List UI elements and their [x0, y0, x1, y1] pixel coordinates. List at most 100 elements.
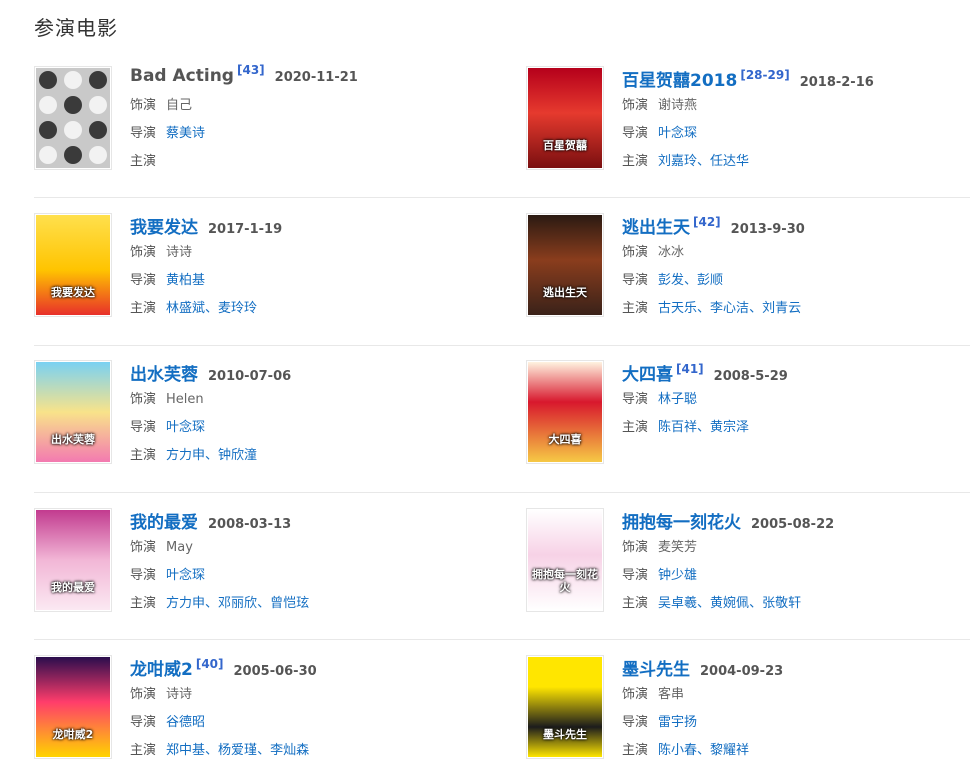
director-link[interactable]: 彭顺 [697, 273, 723, 288]
film-title-link[interactable]: 墨斗先生 [622, 655, 690, 680]
release-date: 2017-1-19 [208, 222, 283, 237]
director-link[interactable]: 黄柏基 [166, 273, 205, 288]
director-link[interactable]: 钟少雄 [658, 568, 697, 583]
film-poster[interactable]: 出水芙蓉 [34, 360, 112, 464]
director-link[interactable]: 叶念琛 [658, 126, 697, 141]
film-info: 龙咁威2 [40] 2005-06-30 饰演 诗诗 导演 谷德昭 主演 郑中基、杨爱瑾、李灿森 [130, 655, 478, 765]
cast-link[interactable]: 方力申 [166, 448, 205, 463]
film-title-link[interactable]: 逃出生天 [622, 213, 690, 238]
cast-link[interactable]: 曾恺玹 [270, 596, 309, 611]
film-header: 墨斗先生 2004-09-23 [622, 655, 970, 681]
citation-link[interactable]: [42] [693, 215, 721, 229]
film-title-link[interactable]: 大四喜 [622, 360, 673, 385]
role-value: 客串 [658, 687, 685, 702]
poster-icon: 我要发达 [36, 215, 110, 315]
cast-link[interactable]: 李心洁 [710, 301, 749, 316]
film-info: 我的最爱 2008-03-13 饰演 May 导演 叶念琛 主演 方力申、邓丽欣、曾恺玹 [130, 508, 478, 618]
director-link[interactable]: 叶念琛 [166, 420, 205, 435]
poster-caption: 拥抱每一刻花火 [532, 568, 598, 594]
face-mark [39, 146, 57, 164]
cast-row: 主演 方力申、邓丽欣、曾恺玹 [130, 590, 478, 618]
film-item: 龙咁威2 龙咁威2 [40] 2005-06-30 饰演 诗诗 导演 谷德昭 主演 郑中基、杨爱瑾… [34, 655, 478, 777]
cast-link[interactable]: 刘青云 [762, 301, 801, 316]
cast-link[interactable]: 吴卓羲 [658, 596, 697, 611]
film-poster[interactable]: 逃出生天 [526, 213, 604, 317]
director-link[interactable]: 叶念琛 [166, 568, 205, 583]
director-row: 导演 林子聪 [622, 386, 970, 414]
film-title-link[interactable]: 出水芙蓉 [130, 360, 198, 385]
cast-link[interactable]: 林盛斌 [166, 301, 205, 316]
film-title-link[interactable]: Bad Acting [130, 66, 234, 86]
director-link[interactable]: 蔡美诗 [166, 126, 205, 141]
film-poster[interactable]: 我的最爱 [34, 508, 112, 612]
director-link[interactable]: 林子聪 [658, 392, 697, 407]
cast-link[interactable]: 方力申 [166, 596, 205, 611]
film-header: 我要发达 2017-1-19 [130, 213, 478, 239]
film-header: 逃出生天 [42] 2013-9-30 [622, 213, 970, 239]
director-row: 导演 叶念琛 [622, 120, 970, 148]
separator: 、 [257, 596, 271, 611]
film-poster[interactable]: 墨斗先生 [526, 655, 604, 759]
director-link[interactable]: 雷宇扬 [658, 715, 697, 730]
poster-icon: 龙咁威2 [36, 657, 110, 757]
film-title-link[interactable]: 我的最爱 [130, 508, 198, 533]
film-item: 逃出生天 逃出生天 [42] 2013-9-30 饰演 冰冰 导演 彭发、彭顺 主演 古天乐、李心… [526, 213, 970, 335]
citation-link[interactable]: [40] [196, 657, 224, 671]
cast-link[interactable]: 黄宗泽 [710, 420, 749, 435]
film-poster[interactable]: 龙咁威2 [34, 655, 112, 759]
film-title-link[interactable]: 我要发达 [130, 213, 198, 238]
face-mark [89, 71, 107, 89]
separator: 、 [697, 301, 711, 316]
film-poster[interactable]: 大四喜 [526, 360, 604, 464]
citation-link[interactable]: [43] [237, 63, 265, 77]
cast-row: 主演 方力申、钟欣潼 [130, 442, 478, 470]
face-mark [64, 146, 82, 164]
cast-label: 主演 [130, 743, 157, 758]
cast-label: 主演 [622, 154, 649, 169]
film-title-link[interactable]: 龙咁威2 [130, 655, 193, 680]
film-header: 龙咁威2 [40] 2005-06-30 [130, 655, 478, 681]
director-link[interactable]: 谷德昭 [166, 715, 205, 730]
cast-link[interactable]: 陈百祥 [658, 420, 697, 435]
face-grid-icon [36, 68, 110, 168]
cast-link[interactable]: 古天乐 [658, 301, 697, 316]
cast-link[interactable]: 刘嘉玲 [658, 154, 697, 169]
cast-label: 主演 [130, 154, 157, 169]
cast-link[interactable]: 张敬轩 [762, 596, 801, 611]
role-row: 饰演 客串 [622, 681, 970, 709]
director-link[interactable]: 彭发 [658, 273, 684, 288]
cast-link[interactable]: 黎耀祥 [710, 743, 749, 758]
film-poster[interactable]: 拥抱每一刻花火 [526, 508, 604, 612]
cast-link[interactable]: 麦玲玲 [218, 301, 257, 316]
film-poster[interactable]: 百星贺囍 [526, 66, 604, 170]
film-info: 出水芙蓉 2010-07-06 饰演 Helen 导演 叶念琛 主演 方力申、钟欣潼 [130, 360, 478, 470]
film-title-link[interactable]: 拥抱每一刻花火 [622, 508, 741, 533]
film-info: 墨斗先生 2004-09-23 饰演 客串 导演 雷宇扬 主演 陈小春、黎耀祥 [622, 655, 970, 765]
citation-link[interactable]: [41] [676, 362, 704, 376]
face-mark [89, 96, 107, 114]
cast-link[interactable]: 杨爱瑾 [218, 743, 257, 758]
separator: 、 [697, 154, 711, 169]
role-value: 麦笑芳 [658, 540, 698, 555]
film-info: Bad Acting [43] 2020-11-21 饰演 自己 导演 蔡美诗 主演 [130, 63, 478, 176]
row-divider [34, 345, 970, 346]
film-poster[interactable] [34, 66, 112, 170]
cast-link[interactable]: 李灿森 [270, 743, 309, 758]
cast-row: 主演 陈百祥、黄宗泽 [622, 414, 970, 442]
role-row: 饰演 诗诗 [130, 239, 478, 267]
cast-link[interactable]: 钟欣潼 [218, 448, 257, 463]
separator: 、 [697, 596, 711, 611]
cast-label: 主演 [130, 301, 157, 316]
cast-link[interactable]: 邓丽欣 [218, 596, 257, 611]
cast-link[interactable]: 郑中基 [166, 743, 205, 758]
film-poster[interactable]: 我要发达 [34, 213, 112, 317]
film-title-link[interactable]: 百星贺囍2018 [622, 66, 737, 91]
film-header: 百星贺囍2018 [28-29] 2018-2-16 [622, 66, 970, 92]
citation-link[interactable]: [28-29] [740, 68, 789, 82]
cast-link[interactable]: 陈小春 [658, 743, 697, 758]
role-value: 诗诗 [166, 687, 193, 702]
cast-link[interactable]: 黄婉佩 [710, 596, 749, 611]
role-row: 饰演 May [130, 534, 478, 562]
cast-link[interactable]: 任达华 [710, 154, 749, 169]
director-row: 导演 黄柏基 [130, 267, 478, 295]
